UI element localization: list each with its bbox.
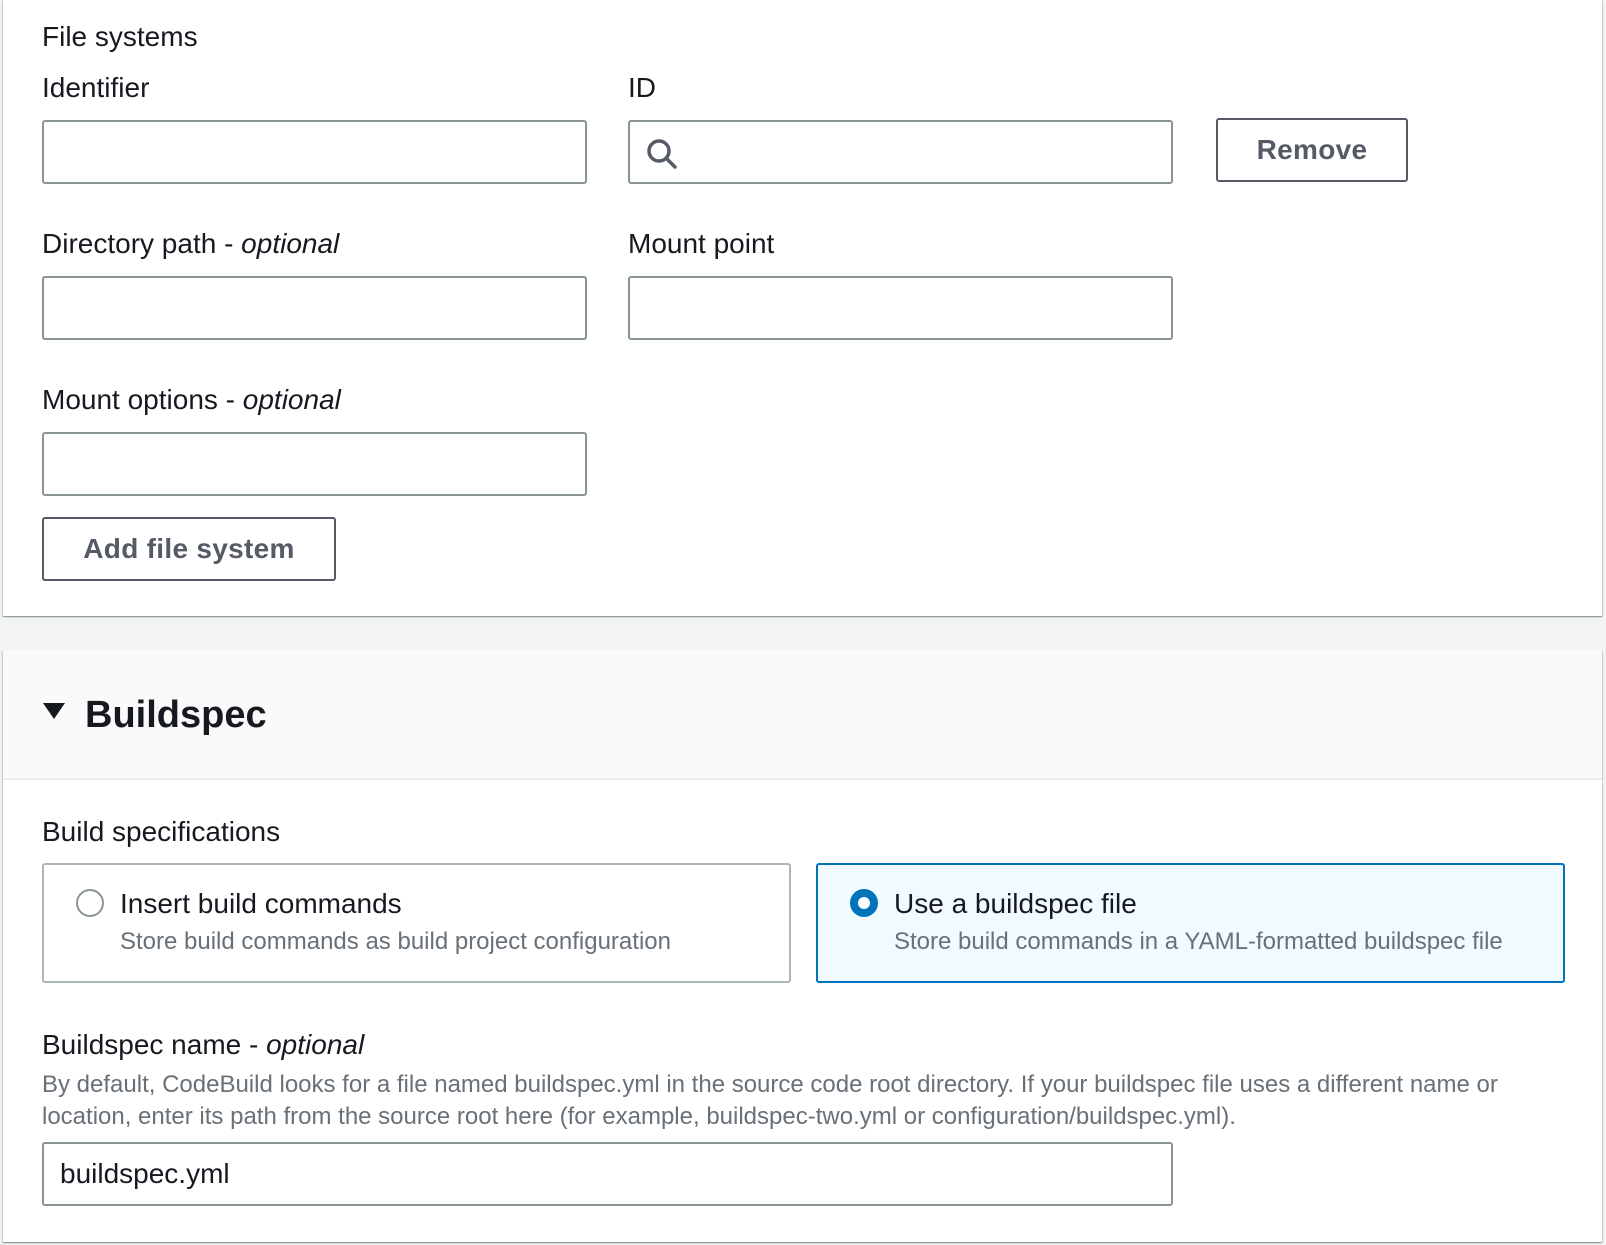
buildspec-name-input[interactable]: buildspec.yml bbox=[42, 1142, 1173, 1206]
mount-options-label-text: Mount options - bbox=[42, 384, 243, 415]
option-description: Store build commands as build project co… bbox=[120, 928, 671, 955]
search-icon bbox=[645, 137, 679, 171]
buildspec-name-value: buildspec.yml bbox=[60, 1158, 230, 1189]
directory-path-label-text: Directory path - bbox=[42, 228, 242, 259]
mount-point-input[interactable] bbox=[628, 276, 1173, 340]
buildspec-name-label-text: Buildspec name - bbox=[42, 1029, 267, 1060]
identifier-input[interactable] bbox=[42, 120, 587, 184]
optional-tag: optional bbox=[266, 1029, 365, 1060]
buildspec-name-description: By default, CodeBuild looks for a file n… bbox=[42, 1071, 1498, 1130]
id-label: ID bbox=[628, 72, 656, 103]
mount-options-label: Mount options - optional bbox=[42, 383, 341, 417]
file-systems-panel: File systems Identifier ID Remove Direct… bbox=[3, 0, 1602, 616]
use-buildspec-file-option[interactable]: Use a buildspec file Store build command… bbox=[816, 863, 1565, 983]
identifier-label: Identifier bbox=[42, 72, 150, 103]
mount-point-label: Mount point bbox=[628, 228, 775, 259]
radio-use-buildspec-file[interactable] bbox=[850, 889, 878, 917]
file-systems-label: File systems bbox=[42, 21, 198, 52]
remove-button[interactable]: Remove bbox=[1216, 118, 1408, 182]
option-title: Insert build commands bbox=[120, 888, 402, 919]
option-title: Use a buildspec file bbox=[894, 888, 1137, 919]
build-specifications-label: Build specifications bbox=[42, 816, 281, 847]
caret-down-icon[interactable] bbox=[43, 703, 65, 719]
add-file-system-button[interactable]: Add file system bbox=[42, 517, 336, 581]
buildspec-name-label: Buildspec name - optional bbox=[42, 1028, 364, 1062]
radio-insert-build-commands[interactable] bbox=[76, 889, 104, 917]
insert-build-commands-option[interactable]: Insert build commands Store build comman… bbox=[42, 863, 791, 983]
buildspec-panel: Buildspec Build specifications Insert bu… bbox=[3, 650, 1602, 1242]
mount-options-input[interactable] bbox=[42, 432, 587, 496]
buildspec-header[interactable]: Buildspec bbox=[3, 650, 1602, 780]
id-search-input[interactable] bbox=[628, 120, 1173, 184]
option-description: Store build commands in a YAML-formatted… bbox=[894, 928, 1503, 955]
buildspec-heading: Buildspec bbox=[85, 694, 267, 736]
optional-tag: optional bbox=[242, 384, 341, 415]
directory-path-input[interactable] bbox=[42, 276, 587, 340]
optional-tag: optional bbox=[241, 228, 340, 259]
directory-path-label: Directory path - optional bbox=[42, 227, 339, 261]
